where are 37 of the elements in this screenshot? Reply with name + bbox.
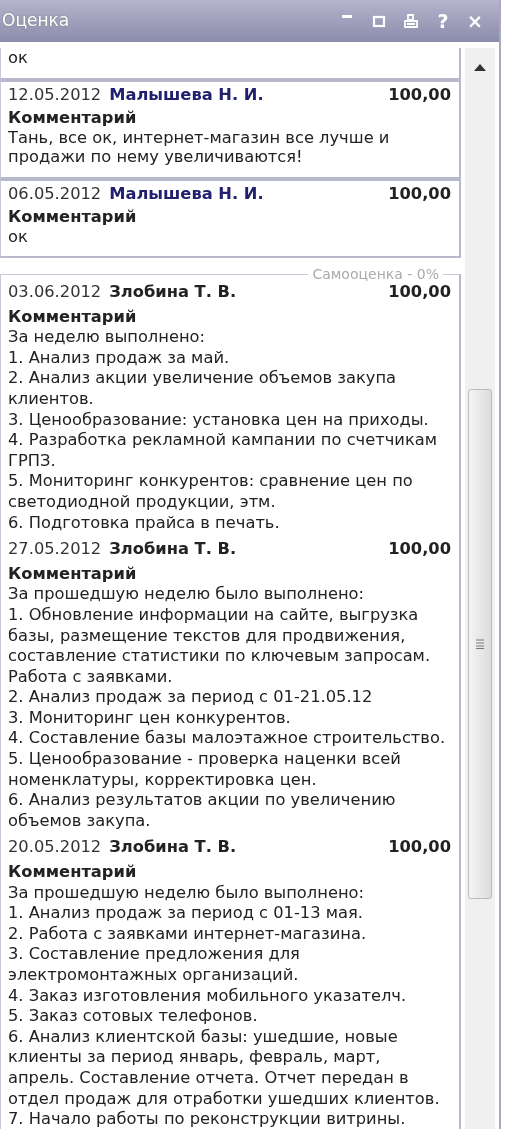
minimize-icon xyxy=(342,15,352,18)
score-value: 100,00 xyxy=(388,84,451,104)
comment-label: Комментарий xyxy=(8,563,138,585)
score-value: 100,00 xyxy=(388,282,451,303)
comment-text: За прошедшую неделю было выполнено: 1. Обновление информации на сайте, выгрузка базы, размещение текстов для продвижения, составление статистики по ключевым запросам. Работа с заявками. 2. Анализ продаж за период с 01-21.05.12 3. Мониторинг цен конкурентов. 4. Составление базы малоэтажное строительство. 5. Ценообразование - проверка наценки всей номенклатуры, корректировка цен. 6. Анализ результатов акции по увеличению объемов закупа. xyxy=(8,584,447,832)
comment-text: За неделю выполнено: 1. Анализ продаж за май. 2. Анализ акции увеличение объемов закупа клиентов. 3. Ценообразование: установка цен на приходы. 4. Разработка рекламной кампании по счетчикам ГРПЗ. 5. Мониторинг конкурентов: сравнение цен по светодиодной продукции, этм. 6. Подготовка прайса в печать. xyxy=(8,327,438,534)
author-name: Злобина Т. В. xyxy=(109,282,237,303)
score-value: 100,00 xyxy=(388,539,451,560)
author-name: Злобина Т. В. xyxy=(109,837,237,859)
entry-date: 03.06.2012 xyxy=(8,282,102,303)
scroll-up-icon[interactable] xyxy=(474,64,486,71)
comment-text: За прошедшую неделю было выполнено: 1. Анализ продаж за период с 01-13 мая. 2. Работа с заявками интернет-магазина. 3. Составление предложения для электромонтажных организаций. 4. Заказ изготовления мобильного указателч. 5. Заказ сотовых телефонов. 6. Анализ клиентской базы: ушедшие, новые клиенты за период январь, февраль, март, апрель. Составление отчета. Отчет передан в отдел продаж для отработки ушедших клиентов. 7. Начало работы по реконструкции витрины. xyxy=(8,882,441,1129)
maximize-icon xyxy=(372,14,386,28)
help-button[interactable]: ? xyxy=(429,9,457,33)
score-value: 100,00 xyxy=(388,837,451,859)
author-name: Малышева Н. И. xyxy=(109,84,264,104)
entry-date: 12.05.2012 xyxy=(8,84,102,104)
comment-label: Комментарий xyxy=(8,108,138,128)
close-button[interactable]: × xyxy=(461,9,489,33)
comment-label: Комментарий xyxy=(8,207,138,227)
grip-icon xyxy=(475,639,485,649)
group-legend: Самооценка - 0% xyxy=(308,266,443,282)
scrollbar[interactable] xyxy=(465,48,495,1129)
window-title: Оценка xyxy=(2,9,71,33)
comment-label: Комментарий xyxy=(8,306,138,328)
comment-text: ок xyxy=(8,226,29,246)
comment-text: ок xyxy=(8,48,29,68)
entry-date: 06.05.2012 xyxy=(8,183,102,203)
scroll-thumb[interactable] xyxy=(468,389,492,899)
comment-text: Тань, все ок, интернет-магазин все лучше и продажи по нему увеличиваются! xyxy=(8,127,391,167)
author-name: Злобина Т. В. xyxy=(109,539,237,560)
print-icon xyxy=(403,13,419,29)
author-name: Малышева Н. И. xyxy=(109,183,264,203)
comment-label: Комментарий xyxy=(8,862,138,883)
entry-date: 20.05.2012 xyxy=(8,837,102,859)
score-value: 100,00 xyxy=(388,183,451,203)
entry-date: 27.05.2012 xyxy=(8,539,102,560)
